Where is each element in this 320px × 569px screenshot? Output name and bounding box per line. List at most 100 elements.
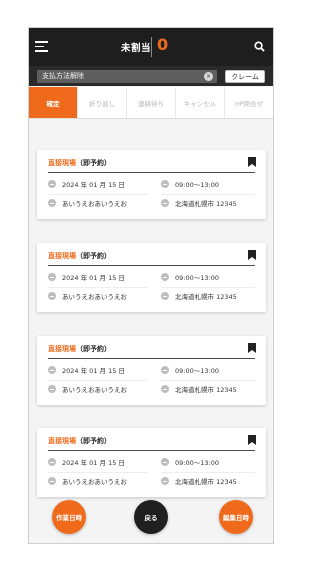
tab-callback[interactable]: 折り返し — [78, 87, 127, 118]
card-divider — [48, 265, 255, 266]
date-field: 2024 年 01 月 15 日 — [48, 365, 125, 375]
job-card[interactable]: 直接現場（即予約） 2024 年 01 月 15 日 09:00〜13:00 あ… — [37, 428, 266, 497]
date-field: 2024 年 01 月 15 日 — [48, 457, 125, 467]
card-suffix: （即予約） — [76, 437, 111, 445]
date-field: 2024 年 01 月 15 日 — [48, 179, 125, 189]
card-address: 北海道札幌市 12345 — [175, 200, 237, 208]
location-icon — [161, 385, 169, 393]
bookmark-icon[interactable] — [248, 250, 256, 260]
claim-button[interactable]: クレーム — [225, 70, 265, 83]
card-suffix: （即予約） — [76, 345, 111, 353]
user-icon — [48, 385, 56, 393]
bookmark-icon[interactable] — [248, 343, 256, 353]
calendar-icon — [48, 273, 56, 281]
name-field: あいうえおあいうえお — [48, 198, 127, 208]
row-separator — [161, 287, 255, 288]
card-time: 09:00〜13:00 — [175, 459, 219, 467]
row-separator — [48, 472, 148, 473]
row-separator — [161, 194, 255, 195]
filter-chip[interactable]: 支払方法解除 × — [37, 70, 217, 83]
bookmark-icon[interactable] — [248, 157, 256, 167]
date-field: 2024 年 01 月 15 日 — [48, 272, 125, 282]
unassigned-count: 0 — [157, 35, 169, 54]
clock-icon — [161, 366, 169, 374]
location-icon — [161, 477, 169, 485]
row-separator — [161, 380, 255, 381]
row-separator — [48, 287, 148, 288]
row-separator — [48, 194, 148, 195]
name-field: あいうえおあいうえお — [48, 476, 127, 486]
time-field: 09:00〜13:00 — [161, 457, 219, 467]
filter-bar: 支払方法解除 × クレーム — [29, 66, 273, 86]
user-icon — [48, 199, 56, 207]
card-date: 2024 年 01 月 15 日 — [62, 459, 125, 467]
user-icon — [48, 292, 56, 300]
card-type: 直接現場 — [48, 159, 76, 167]
clock-icon — [161, 273, 169, 281]
card-name: あいうえおあいうえお — [62, 293, 127, 301]
card-title: 直接現場（即予約） — [48, 344, 111, 354]
card-name: あいうえおあいうえお — [62, 478, 127, 486]
work-date-button[interactable]: 作業日時 — [52, 500, 86, 534]
card-name: あいうえおあいうえお — [62, 200, 127, 208]
tab-confirmed[interactable]: 確定 — [29, 87, 78, 118]
menu-icon[interactable] — [35, 41, 48, 52]
card-date: 2024 年 01 月 15 日 — [62, 367, 125, 375]
name-field: あいうえおあいうえお — [48, 384, 127, 394]
card-address: 北海道札幌市 12345 — [175, 478, 237, 486]
tab-awaiting-contact[interactable]: 連絡待ち — [127, 87, 176, 118]
address-field: 北海道札幌市 12345 — [161, 291, 237, 301]
job-card[interactable]: 直接現場（即予約） 2024 年 01 月 15 日 09:00〜13:00 あ… — [37, 336, 266, 405]
search-icon[interactable] — [254, 41, 265, 52]
card-title: 直接現場（即予約） — [48, 251, 111, 261]
card-divider — [48, 450, 255, 451]
card-type: 直接現場 — [48, 345, 76, 353]
card-title: 直接現場（即予約） — [48, 436, 111, 446]
card-type: 直接現場 — [48, 252, 76, 260]
clock-icon — [161, 458, 169, 466]
card-time: 09:00〜13:00 — [175, 367, 219, 375]
name-field: あいうえおあいうえお — [48, 291, 127, 301]
header-title: 未割当 — [121, 43, 152, 54]
back-button[interactable]: 戻る — [134, 500, 168, 534]
card-date: 2024 年 01 月 15 日 — [62, 181, 125, 189]
time-field: 09:00〜13:00 — [161, 365, 219, 375]
address-field: 北海道札幌市 12345 — [161, 384, 237, 394]
calendar-icon — [48, 366, 56, 374]
card-suffix: （即予約） — [76, 159, 111, 167]
header-divider — [151, 37, 152, 57]
location-icon — [161, 292, 169, 300]
card-title: 直接現場（即予約） — [48, 158, 111, 168]
address-field: 北海道札幌市 12345 — [161, 198, 237, 208]
calendar-icon — [48, 458, 56, 466]
card-time: 09:00〜13:00 — [175, 274, 219, 282]
tab-hp-inquiry[interactable]: HP問合せ — [225, 87, 273, 118]
time-field: 09:00〜13:00 — [161, 272, 219, 282]
card-address: 北海道札幌市 12345 — [175, 386, 237, 394]
card-divider — [48, 172, 255, 173]
card-time: 09:00〜13:00 — [175, 181, 219, 189]
filter-value: 支払方法解除 — [42, 72, 84, 80]
calendar-icon — [48, 180, 56, 188]
row-separator — [161, 472, 255, 473]
edit-date-button[interactable]: 編集日時 — [219, 500, 253, 534]
time-field: 09:00〜13:00 — [161, 179, 219, 189]
card-type: 直接現場 — [48, 437, 76, 445]
clear-icon[interactable]: × — [204, 72, 213, 81]
row-separator — [48, 380, 148, 381]
card-suffix: （即予約） — [76, 252, 111, 260]
user-icon — [48, 477, 56, 485]
job-card[interactable]: 直接現場（即予約） 2024 年 01 月 15 日 09:00〜13:00 あ… — [37, 243, 266, 312]
status-tabs: 確定 折り返し 連絡待ち キャンセル HP問合せ — [29, 87, 273, 119]
job-card[interactable]: 直接現場（即予約） 2024 年 01 月 15 日 09:00〜13:00 あ… — [37, 150, 266, 219]
card-name: あいうえおあいうえお — [62, 386, 127, 394]
card-address: 北海道札幌市 12345 — [175, 293, 237, 301]
bookmark-icon[interactable] — [248, 435, 256, 445]
app-header: 未割当 0 — [29, 28, 273, 66]
app-screen: 未割当 0 支払方法解除 × クレーム 確定 折り返し 連絡待ち キャンセル H… — [28, 27, 274, 544]
tab-cancel[interactable]: キャンセル — [176, 87, 225, 118]
card-divider — [48, 358, 255, 359]
location-icon — [161, 199, 169, 207]
card-date: 2024 年 01 月 15 日 — [62, 274, 125, 282]
address-field: 北海道札幌市 12345 — [161, 476, 237, 486]
